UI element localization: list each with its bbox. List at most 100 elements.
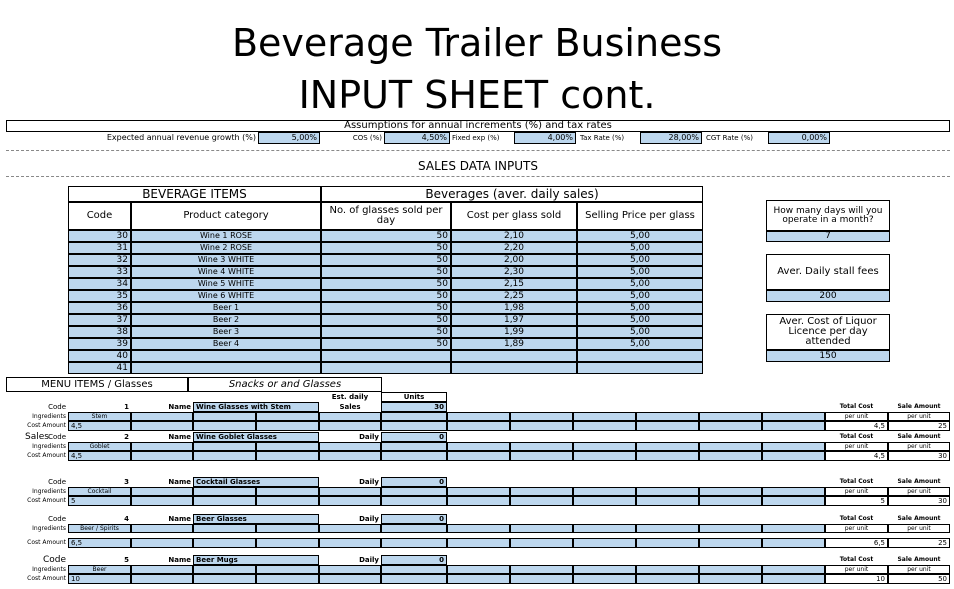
cost-amount-cell[interactable] bbox=[762, 574, 825, 584]
beverage-glasses[interactable] bbox=[321, 350, 451, 362]
cost-amount-cell[interactable] bbox=[131, 421, 193, 431]
ingredient-cell[interactable] bbox=[381, 565, 447, 574]
cost-amount-cell[interactable] bbox=[381, 451, 447, 461]
beverage-category[interactable]: Beer 1 bbox=[131, 302, 321, 314]
ingredient-cell[interactable] bbox=[699, 487, 762, 496]
beverage-category[interactable]: Beer 2 bbox=[131, 314, 321, 326]
beverage-glasses[interactable]: 50 bbox=[321, 326, 451, 338]
beverage-category[interactable]: Wine 4 WHITE bbox=[131, 266, 321, 278]
stall-fees-value[interactable]: 200 bbox=[766, 290, 890, 302]
beverage-glasses[interactable]: 50 bbox=[321, 242, 451, 254]
ingredient-cell[interactable] bbox=[193, 524, 256, 533]
ingredient-cell[interactable] bbox=[762, 565, 825, 574]
ingredient-value[interactable]: Goblet bbox=[68, 442, 131, 451]
ingredient-cell[interactable] bbox=[510, 487, 573, 496]
beverage-price[interactable] bbox=[577, 350, 703, 362]
ingredient-cell[interactable] bbox=[636, 565, 699, 574]
ingredient-cell[interactable] bbox=[699, 565, 762, 574]
cost-amount-value[interactable]: 4,5 bbox=[68, 421, 131, 431]
beverage-cost[interactable]: 1,97 bbox=[451, 314, 577, 326]
cost-amount-cell[interactable] bbox=[319, 496, 381, 506]
cost-amount-cell[interactable] bbox=[256, 451, 319, 461]
ingredient-cell[interactable] bbox=[699, 412, 762, 421]
cost-amount-cell[interactable] bbox=[131, 538, 193, 548]
beverage-cost[interactable]: 1,98 bbox=[451, 302, 577, 314]
ingredient-cell[interactable] bbox=[131, 524, 193, 533]
beverage-price[interactable]: 5,00 bbox=[577, 326, 703, 338]
beverage-glasses[interactable]: 50 bbox=[321, 266, 451, 278]
cost-amount-value[interactable]: 5 bbox=[68, 496, 131, 506]
revenue-growth-value[interactable]: 5,00% bbox=[258, 132, 320, 144]
beverage-price[interactable]: 5,00 bbox=[577, 254, 703, 266]
beverage-glasses[interactable]: 50 bbox=[321, 290, 451, 302]
cost-amount-cell[interactable] bbox=[573, 421, 636, 431]
cost-amount-cell[interactable] bbox=[762, 496, 825, 506]
ingredient-cell[interactable] bbox=[319, 565, 381, 574]
ingredient-cell[interactable] bbox=[573, 442, 636, 451]
ingredient-cell[interactable] bbox=[447, 524, 510, 533]
cost-amount-cell[interactable] bbox=[699, 538, 762, 548]
ingredient-cell[interactable] bbox=[636, 442, 699, 451]
cost-amount-cell[interactable] bbox=[573, 538, 636, 548]
liquor-licence-value[interactable]: 150 bbox=[766, 350, 890, 362]
beverage-glasses[interactable]: 50 bbox=[321, 314, 451, 326]
cost-amount-cell[interactable] bbox=[636, 538, 699, 548]
beverage-cost[interactable]: 1,99 bbox=[451, 326, 577, 338]
ingredient-value[interactable]: Beer bbox=[68, 565, 131, 574]
cost-amount-cell[interactable] bbox=[256, 538, 319, 548]
beverage-category[interactable]: Wine 1 ROSE bbox=[131, 230, 321, 242]
cost-amount-cell[interactable] bbox=[256, 421, 319, 431]
beverage-price[interactable]: 5,00 bbox=[577, 230, 703, 242]
beverage-price[interactable]: 5,00 bbox=[577, 266, 703, 278]
ingredient-cell[interactable] bbox=[573, 524, 636, 533]
cost-amount-cell[interactable] bbox=[573, 451, 636, 461]
cost-amount-value[interactable]: 10 bbox=[68, 574, 131, 584]
ingredient-cell[interactable] bbox=[256, 565, 319, 574]
cost-amount-cell[interactable] bbox=[510, 451, 573, 461]
ingredient-cell[interactable] bbox=[510, 565, 573, 574]
ingredient-cell[interactable] bbox=[319, 412, 381, 421]
sale-amount-value[interactable]: 25 bbox=[888, 538, 950, 548]
beverage-price[interactable]: 5,00 bbox=[577, 290, 703, 302]
beverage-glasses[interactable] bbox=[321, 362, 451, 374]
beverage-cost[interactable]: 2,10 bbox=[451, 230, 577, 242]
cost-amount-cell[interactable] bbox=[447, 574, 510, 584]
ingredient-cell[interactable] bbox=[699, 442, 762, 451]
sale-amount-value[interactable]: 25 bbox=[888, 421, 950, 431]
ingredient-cell[interactable] bbox=[131, 565, 193, 574]
beverage-glasses[interactable]: 50 bbox=[321, 254, 451, 266]
cost-amount-cell[interactable] bbox=[636, 421, 699, 431]
ingredient-cell[interactable] bbox=[193, 442, 256, 451]
cost-amount-cell[interactable] bbox=[447, 421, 510, 431]
ingredient-cell[interactable] bbox=[256, 442, 319, 451]
cost-amount-cell[interactable] bbox=[699, 574, 762, 584]
ingredient-cell[interactable] bbox=[447, 412, 510, 421]
cost-amount-cell[interactable] bbox=[573, 574, 636, 584]
cost-amount-cell[interactable] bbox=[381, 538, 447, 548]
beverage-cost[interactable] bbox=[451, 362, 577, 374]
beverage-glasses[interactable]: 50 bbox=[321, 302, 451, 314]
beverage-cost[interactable]: 2,00 bbox=[451, 254, 577, 266]
beverage-glasses[interactable]: 50 bbox=[321, 230, 451, 242]
ingredient-cell[interactable] bbox=[447, 487, 510, 496]
beverage-cost[interactable]: 1,89 bbox=[451, 338, 577, 350]
cost-amount-cell[interactable] bbox=[762, 451, 825, 461]
cost-amount-cell[interactable] bbox=[193, 421, 256, 431]
ingredient-cell[interactable] bbox=[573, 565, 636, 574]
beverage-category[interactable] bbox=[131, 350, 321, 362]
beverage-price[interactable]: 5,00 bbox=[577, 338, 703, 350]
beverage-price[interactable]: 5,00 bbox=[577, 278, 703, 290]
cost-amount-cell[interactable] bbox=[319, 574, 381, 584]
menu-units-value[interactable]: 0 bbox=[381, 514, 447, 524]
cost-amount-cell[interactable] bbox=[447, 496, 510, 506]
cost-amount-cell[interactable] bbox=[699, 421, 762, 431]
beverage-category[interactable]: Beer 3 bbox=[131, 326, 321, 338]
cost-amount-cell[interactable] bbox=[447, 451, 510, 461]
beverage-category[interactable]: Wine 6 WHITE bbox=[131, 290, 321, 302]
ingredient-cell[interactable] bbox=[381, 524, 447, 533]
cost-amount-cell[interactable] bbox=[193, 538, 256, 548]
cost-amount-cell[interactable] bbox=[699, 451, 762, 461]
beverage-category[interactable] bbox=[131, 362, 321, 374]
menu-item-name[interactable]: Beer Mugs bbox=[193, 555, 319, 565]
ingredient-cell[interactable] bbox=[447, 565, 510, 574]
